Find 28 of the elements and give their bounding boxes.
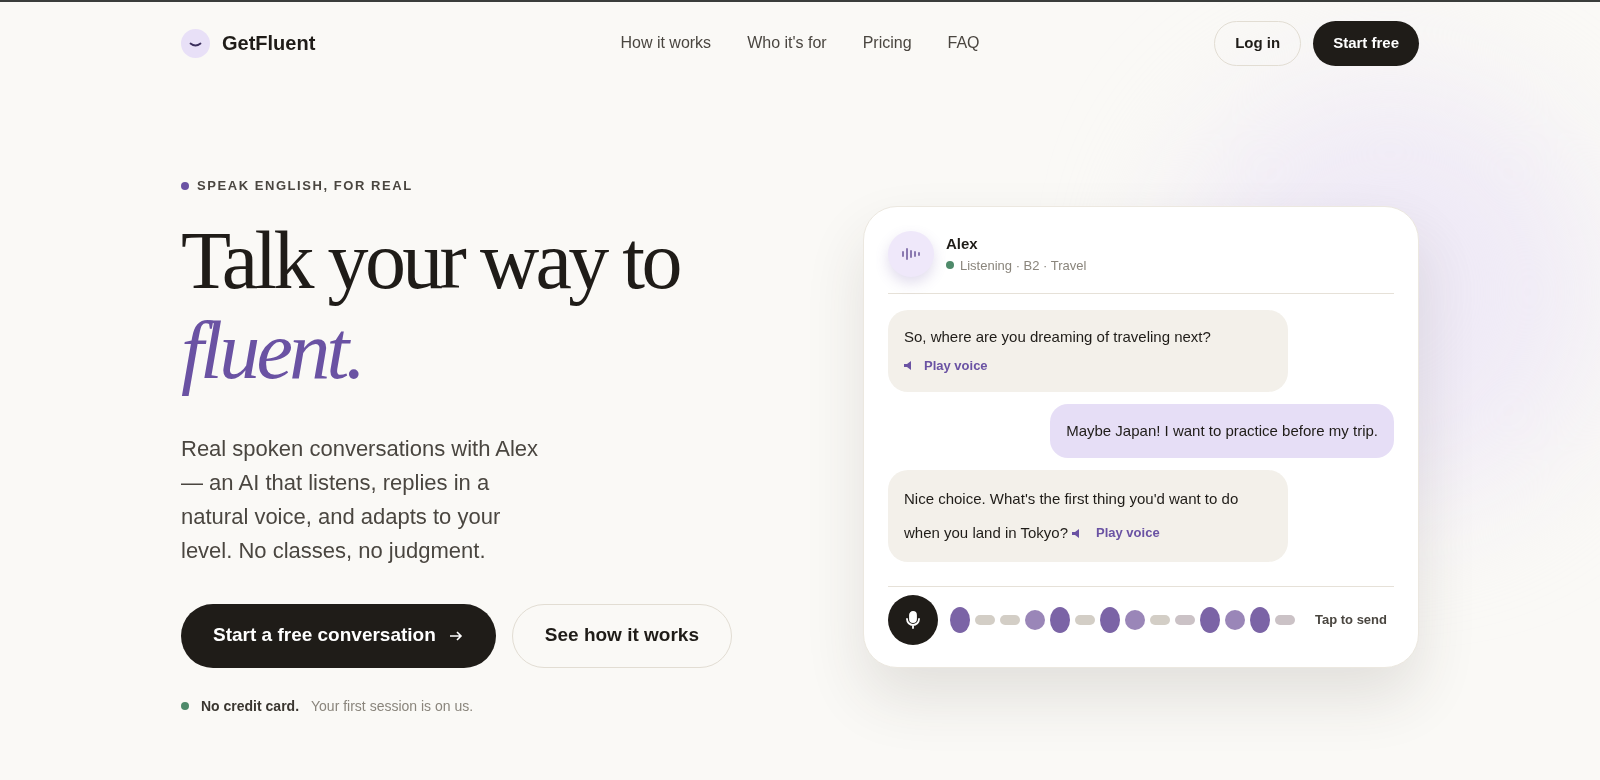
note-text: Your first session is on us. [311,696,474,716]
primary-button[interactable]: Start free [1313,20,1419,66]
microphone-icon [906,611,920,629]
primary-button[interactable]: Start a free conversation [181,603,496,668]
waveform-icon [902,248,920,260]
agent-message-line: Nice choice. What's the first thing you'd want to do [904,489,1240,509]
headline: Talk your way to [181,215,681,306]
brand-name: GetFluent [222,31,316,56]
nav-link[interactable]: Who it's for [747,31,827,55]
eyebrow-text: SPEAK ENGLISH, FOR REAL [197,177,413,195]
nav-link[interactable]: FAQ [947,31,980,55]
play-voice-link[interactable]: Play voice [924,356,988,376]
microphone-button[interactable] [888,595,938,645]
note-bold-text: No credit card. [201,696,300,716]
hero-description: Real spoken conversations with Alex — an AI that listens, replies in a natural voice, and adapts to your level. No classes, no judgment. [181,434,540,565]
headline-accent: fluent. [181,305,363,396]
nav-link[interactable]: How it works [620,31,712,55]
play-voice-link[interactable]: Play voice [1096,516,1160,550]
speaker-icon [1072,528,1080,538]
user-message: Maybe Japan! I want to practice before my trip. [1050,403,1394,458]
send-hint: Tap to send [1315,611,1387,630]
speaker-icon [904,361,912,371]
agent-message: So, where are you dreaming of traveling next? [904,327,1212,347]
agent-message-line: when you land in Tokyo? [904,523,1068,543]
agent-name: Alex [946,234,979,254]
agent-status: Listening · B2 · Travel [960,256,1087,275]
nav-link[interactable]: Pricing [862,31,912,55]
smile-logo-icon [181,28,210,58]
